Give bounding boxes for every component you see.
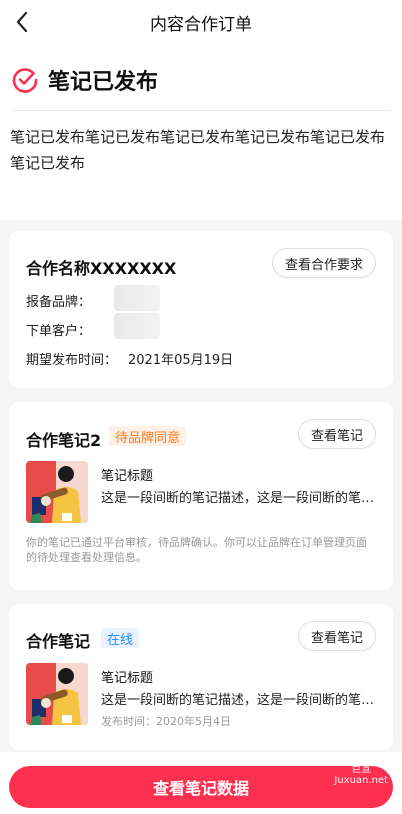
top-nav-bar: 内容合作订单 [0, 0, 402, 44]
brand-label: 报备品牌： [26, 295, 92, 310]
view-note-button[interactable]: 查看笔记 [297, 621, 376, 651]
status-badge-pending: 待品牌同意 [109, 426, 187, 446]
note-card-title: 合作笔记 [26, 632, 91, 651]
note-card-title: 合作笔记2 [26, 431, 102, 450]
note-card-online: 合作笔记 在线 查看笔记 笔记标题 这是一段间断的笔记描述，这是一段间断的笔记描… [9, 604, 393, 750]
bottom-action-bar: 查看笔记数据 巨宣 Juxuan.net [0, 752, 402, 814]
status-section: 笔记已发布 笔记已发布笔记已发布笔记已发布笔记已发布笔记已发布笔记已发布 [0, 44, 402, 220]
note-thumbnail[interactable] [26, 461, 88, 523]
note-title: 笔记标题 [101, 671, 154, 686]
cooperation-card: 合作名称XXXXXXX 查看合作要求 报备品牌： 下单客户： 期望发布时间： 2… [9, 231, 393, 388]
note-publish-time: 发布时间：2020年5月4日 [101, 715, 231, 728]
view-note-button[interactable]: 查看笔记 [297, 419, 376, 449]
watermark-logo: 巨宣 Juxuan.net [334, 764, 388, 786]
publish-time-label: 期望发布时间： [26, 353, 118, 368]
check-circle-icon [12, 68, 38, 93]
review-hint: 你的笔记已通过平台审核，待品牌确认。你可以让品牌在订单管理页面的待处理查看处理信… [26, 536, 367, 564]
status-header: 笔记已发布 [12, 62, 390, 98]
note-description: 这是一段间断的笔记描述，这是一段间断的笔记描述 [101, 693, 376, 708]
page-title: 内容合作订单 [150, 14, 252, 35]
status-description: 笔记已发布笔记已发布笔记已发布笔记已发布笔记已发布笔记已发布 [10, 128, 386, 172]
view-requirements-button[interactable]: 查看合作要求 [271, 248, 376, 278]
publish-time-value: 2021年05月19日 [128, 353, 234, 368]
cooperation-name: 合作名称XXXXXXX [26, 259, 177, 278]
watermark-line-2: Juxuan.net [334, 775, 388, 786]
brand-value-blurred [114, 285, 160, 311]
note-description: 这是一段间断的笔记描述，这是一段间断的笔记描述 [101, 491, 376, 506]
watermark-line-1: 巨宣 [351, 764, 372, 775]
note-title: 笔记标题 [101, 469, 154, 484]
customer-label: 下单客户： [26, 324, 92, 339]
note-card-pending: 合作笔记2 待品牌同意 查看笔记 笔记标题 这是一段间断的笔记描述，这是一段间断… [9, 402, 393, 590]
customer-value-blurred [114, 313, 160, 339]
chevron-left-icon[interactable] [8, 8, 36, 36]
status-badge-online: 在线 [101, 628, 140, 648]
divider [12, 110, 390, 111]
note-thumbnail[interactable] [26, 663, 88, 725]
status-title: 笔记已发布 [48, 70, 159, 95]
